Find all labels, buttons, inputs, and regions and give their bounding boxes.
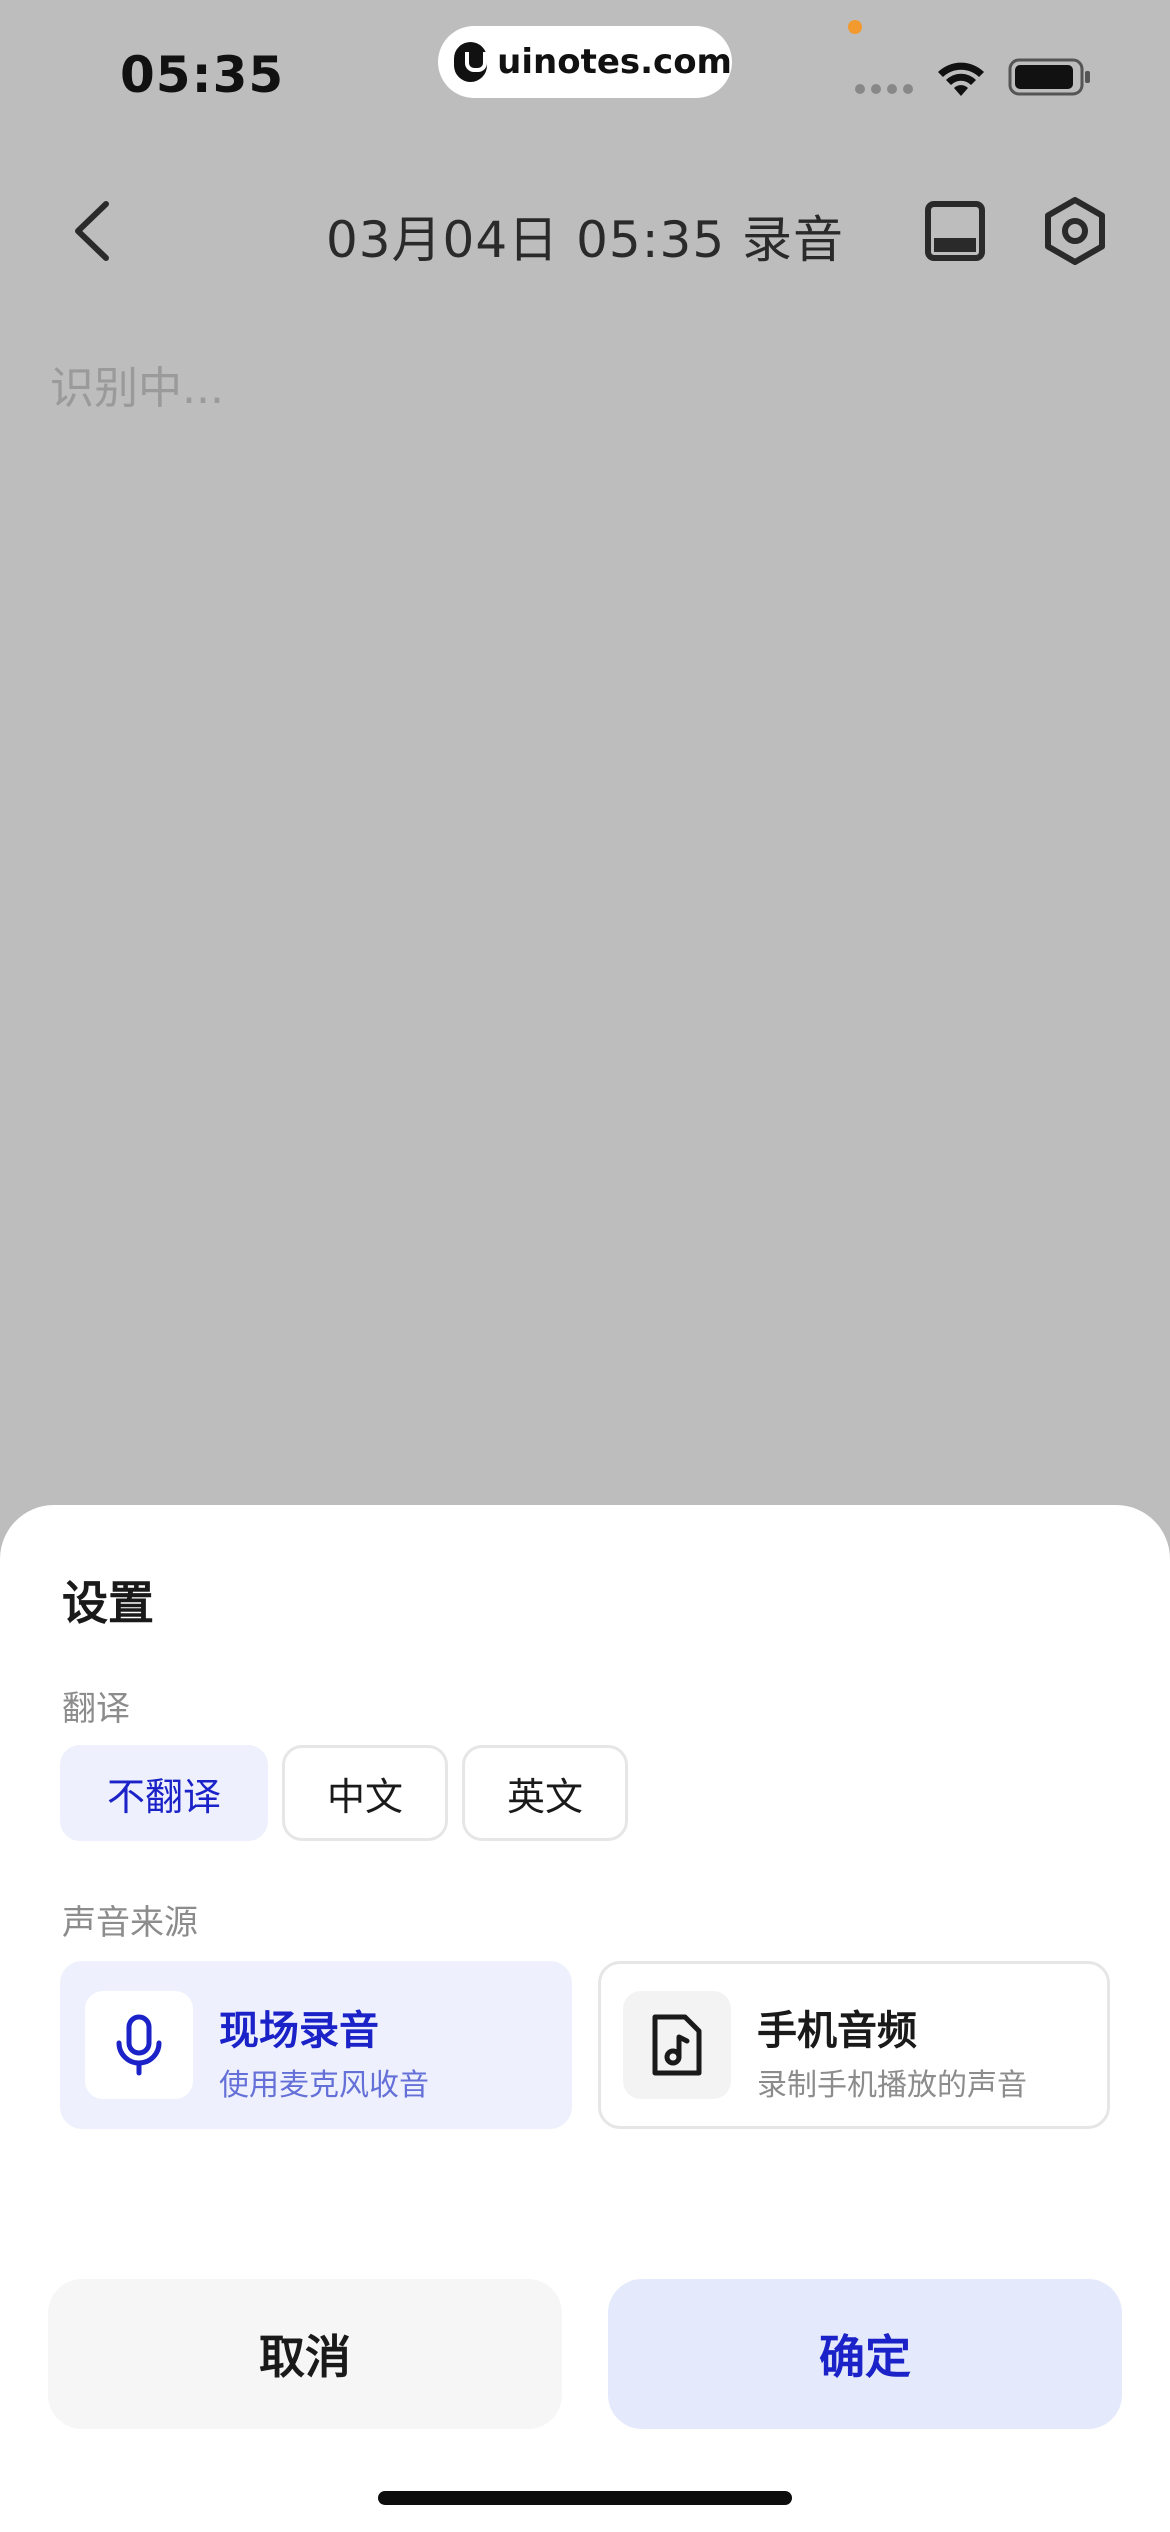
translate-option-none[interactable]: 不翻译 [60, 1745, 268, 1841]
confirm-button[interactable]: 确定 [608, 2279, 1122, 2429]
status-time: 05:35 [120, 46, 285, 104]
sound-source-section-label: 声音来源 [62, 1903, 198, 1943]
home-indicator[interactable] [378, 2491, 792, 2505]
status-bar: 05:35 uinotes.com [0, 0, 1170, 150]
watermark-badge: uinotes.com [438, 26, 732, 98]
battery-icon [1008, 58, 1090, 96]
microphone-icon-box [85, 1991, 193, 2099]
source-option-live-recording[interactable]: 现场录音 使用麦克风收音 [60, 1961, 572, 2129]
cancel-button[interactable]: 取消 [48, 2279, 562, 2429]
privacy-indicator-dot [848, 20, 862, 34]
source-option-title: 手机音频 [757, 2008, 917, 2054]
music-file-icon [652, 2014, 702, 2076]
source-option-phone-audio[interactable]: 手机音频 录制手机播放的声音 [598, 1961, 1110, 2129]
recognizing-status: 识别中... [50, 363, 224, 414]
settings-bottom-sheet: 设置 翻译 不翻译 中文 英文 声音来源 现场录音 使用麦克风收音 手机音频 录… [0, 1505, 1170, 2532]
cellular-signal-icon [855, 84, 913, 94]
watermark-logo-icon [454, 42, 488, 82]
watermark-text: uinotes.com [497, 42, 732, 82]
music-file-icon-box [623, 1991, 731, 2099]
wifi-icon [938, 62, 984, 96]
translate-section-label: 翻译 [62, 1689, 130, 1729]
top-navigation-bar: 03月04日 05:35 录音 [0, 170, 1170, 290]
settings-gear-icon[interactable] [1038, 194, 1112, 268]
translate-option-chinese[interactable]: 中文 [282, 1745, 448, 1841]
source-option-title: 现场录音 [219, 2008, 379, 2054]
sheet-title: 设置 [62, 1576, 154, 1630]
microphone-icon [116, 2014, 162, 2076]
bottom-panel-icon[interactable] [920, 196, 990, 266]
translate-option-english[interactable]: 英文 [462, 1745, 628, 1841]
source-option-subtitle: 使用麦克风收音 [219, 2068, 429, 2103]
source-option-subtitle: 录制手机播放的声音 [757, 2068, 1027, 2103]
recording-title: 03月04日 05:35 录音 [325, 211, 845, 269]
